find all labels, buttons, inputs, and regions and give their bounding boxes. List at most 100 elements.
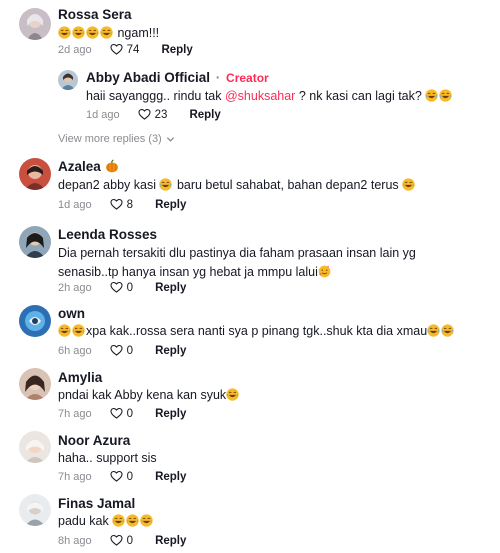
- heart-icon: [138, 108, 151, 121]
- laughing-emoji-icon: [72, 324, 85, 337]
- comment-text-start: depan2 abby kasi: [58, 178, 160, 192]
- laughing-emoji-icon: [427, 324, 440, 337]
- reply-button[interactable]: Reply: [155, 471, 186, 483]
- comment-meta: 8h ago 0 Reply: [58, 534, 186, 547]
- avatar[interactable]: [19, 494, 51, 526]
- laughing-emoji-icon: [58, 26, 71, 39]
- like-count: 0: [126, 470, 134, 483]
- like-count: 23: [154, 108, 168, 121]
- heart-icon: [110, 407, 123, 420]
- comment-timestamp: 2d ago: [58, 43, 92, 56]
- laughing-emoji-icon: [159, 178, 172, 191]
- creator-badge: Creator: [226, 71, 269, 85]
- reply-timestamp: 1d ago: [86, 108, 120, 121]
- reply-button[interactable]: Reply: [155, 282, 186, 294]
- heart-icon: [110, 534, 123, 547]
- laughing-emoji-icon: [402, 178, 415, 191]
- avatar[interactable]: [58, 70, 78, 90]
- comment-timestamp: 2h ago: [58, 281, 92, 294]
- avatar[interactable]: [19, 368, 51, 400]
- comment-author-name: Azalea: [58, 159, 120, 174]
- like-count: 74: [126, 43, 140, 56]
- like-button[interactable]: 0: [110, 407, 133, 420]
- reply-text-end: ? nk kasi can lagi tak?: [295, 89, 426, 103]
- like-count: 0: [126, 534, 134, 547]
- comment-author-name[interactable]: Rossa Sera: [58, 7, 132, 22]
- laughing-emoji-icon: [226, 388, 239, 401]
- reply-button[interactable]: Reply: [155, 535, 186, 547]
- comment-text-end: baru betul sahabat, bahan depan2 terus: [173, 178, 403, 192]
- comment-text-content: Dia pernah tersakiti dlu pastinya dia fa…: [58, 246, 416, 279]
- reply-text-start: haii sayanggg.. rindu tak: [86, 89, 225, 103]
- laughing-emoji-icon: [441, 324, 454, 337]
- comment-text-content: haha.. support sis: [58, 451, 157, 465]
- comment-author-name[interactable]: own: [58, 306, 85, 321]
- separator-dot: ·: [215, 70, 221, 85]
- comment-author-name[interactable]: Leenda Rosses: [58, 227, 157, 242]
- comment-author-name[interactable]: Amylia: [58, 370, 102, 385]
- comment-text: padu kak: [58, 512, 154, 531]
- comment-text: pndai kak Abby kena kan syuk: [58, 386, 240, 405]
- like-button[interactable]: 0: [110, 281, 133, 294]
- like-count: 0: [126, 344, 134, 357]
- comment-meta: 1d ago 8 Reply: [58, 198, 186, 211]
- comment-text: ngam!!!: [58, 24, 159, 43]
- smiling-hearts-emoji-icon: [318, 265, 331, 278]
- comment-timestamp: 8h ago: [58, 534, 92, 547]
- comment-timestamp: 7h ago: [58, 470, 92, 483]
- reply-text: haii sayanggg.. rindu tak @shuksahar ? n…: [86, 87, 453, 106]
- laughing-emoji-icon: [425, 89, 438, 102]
- comment-timestamp: 7h ago: [58, 407, 92, 420]
- reply-button[interactable]: Reply: [155, 199, 186, 211]
- reply-button[interactable]: Reply: [189, 109, 220, 121]
- like-button[interactable]: 0: [110, 534, 133, 547]
- like-button[interactable]: 0: [110, 470, 133, 483]
- like-button[interactable]: 8: [110, 198, 133, 211]
- heart-icon: [110, 198, 123, 211]
- laughing-emoji-icon: [112, 514, 125, 527]
- reply-button[interactable]: Reply: [161, 44, 192, 56]
- laughing-emoji-icon: [140, 514, 153, 527]
- like-count: 8: [126, 198, 134, 211]
- laughing-emoji-icon: [86, 26, 99, 39]
- pumpkin-icon: [105, 159, 119, 173]
- comment-author-name[interactable]: Finas Jamal: [58, 496, 135, 511]
- comment-text-content: ngam!!!: [114, 26, 160, 40]
- laughing-emoji-icon: [439, 89, 452, 102]
- view-more-replies-button[interactable]: View more replies (3): [58, 133, 175, 145]
- comment-meta: 6h ago 0 Reply: [58, 344, 186, 357]
- laughing-emoji-icon: [72, 26, 85, 39]
- comment-author-name[interactable]: Noor Azura: [58, 433, 130, 448]
- comment-meta: 7h ago 0 Reply: [58, 470, 186, 483]
- comment-text-content: padu kak: [58, 514, 113, 528]
- like-count: 0: [126, 407, 134, 420]
- comment-text: xpa kak..rossa sera nanti sya p pinang t…: [58, 322, 455, 341]
- avatar[interactable]: [19, 431, 51, 463]
- comment-author-label[interactable]: Azalea: [58, 159, 101, 174]
- like-button[interactable]: 0: [110, 344, 133, 357]
- avatar[interactable]: [19, 305, 51, 337]
- laughing-emoji-icon: [100, 26, 113, 39]
- mention-link[interactable]: @shuksahar: [225, 89, 295, 103]
- reply-author-name: Abby Abadi Official · Creator: [86, 70, 269, 85]
- like-count: 0: [126, 281, 134, 294]
- laughing-emoji-icon: [126, 514, 139, 527]
- reply-button[interactable]: Reply: [155, 345, 186, 357]
- avatar[interactable]: [19, 226, 51, 258]
- comment-timestamp: 1d ago: [58, 198, 92, 211]
- reply-author-label[interactable]: Abby Abadi Official: [86, 70, 210, 85]
- avatar[interactable]: [19, 158, 51, 190]
- heart-icon: [110, 281, 123, 294]
- reply-meta: 1d ago 23 Reply: [86, 108, 221, 121]
- reply-button[interactable]: Reply: [155, 408, 186, 420]
- comment-text-content: xpa kak..rossa sera nanti sya p pinang t…: [86, 324, 428, 338]
- comment-text: Dia pernah tersakiti dlu pastinya dia fa…: [58, 244, 478, 282]
- avatar[interactable]: [19, 8, 51, 40]
- chevron-down-icon: [166, 136, 174, 142]
- comment-text-content: pndai kak Abby kena kan syuk: [58, 388, 227, 402]
- like-button[interactable]: 74: [110, 43, 140, 56]
- like-button[interactable]: 23: [138, 108, 168, 121]
- heart-icon: [110, 43, 123, 56]
- heart-icon: [110, 470, 123, 483]
- comment-meta: 7h ago 0 Reply: [58, 407, 186, 420]
